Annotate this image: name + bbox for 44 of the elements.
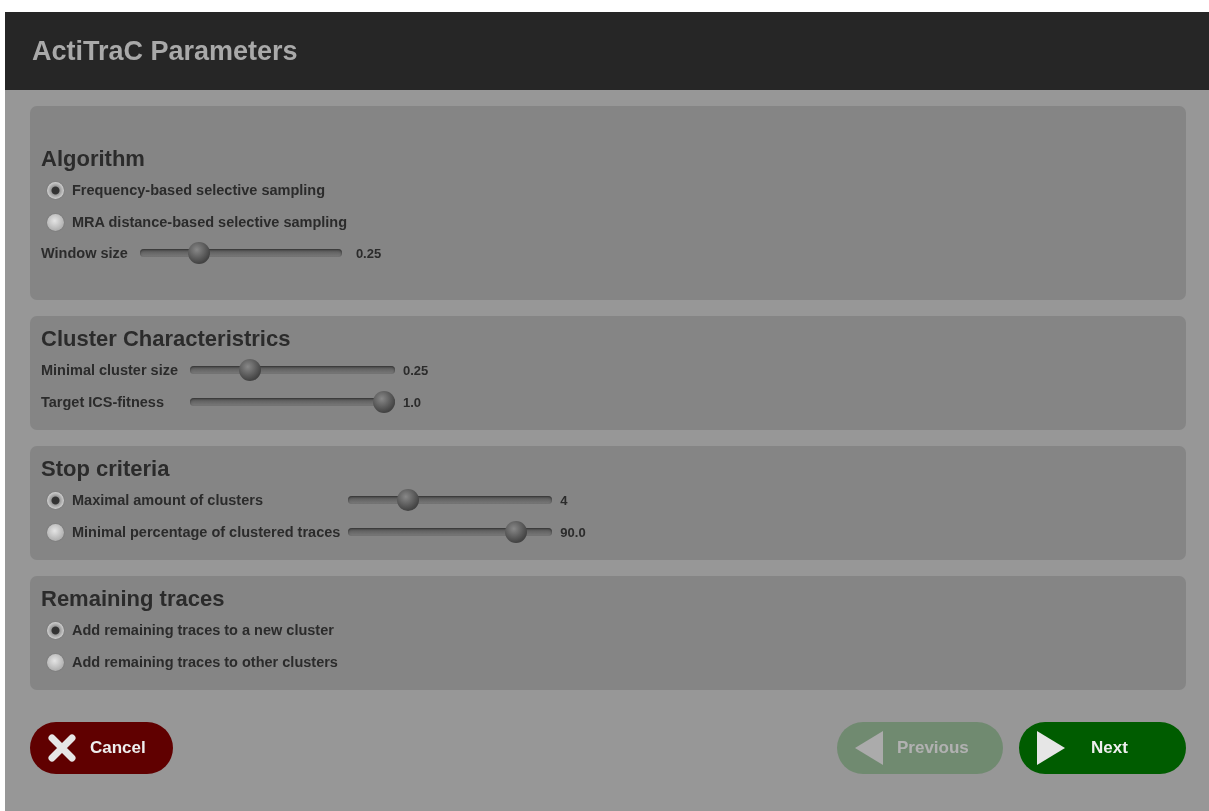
option-label[interactable]: MRA distance-based selective sampling [72,214,348,230]
slider[interactable] [348,521,553,543]
left-triangle-icon [855,731,883,765]
radio-button[interactable] [47,653,64,671]
section-title: Remaining traces [41,586,226,612]
window-title: ActiTraC Parameters [32,35,298,67]
slider-track[interactable] [139,249,342,257]
section-title: Cluster Characteristrics [41,326,292,352]
radio-button[interactable] [47,181,64,199]
slider[interactable] [139,242,342,264]
radio-button[interactable] [47,491,64,509]
cancel-button[interactable]: Cancel [30,722,173,774]
slider-value: 1.0 [403,394,423,410]
section-title: Stop criteria [41,456,171,482]
slider[interactable] [190,359,395,381]
next-button[interactable]: Next [1019,722,1186,774]
slider-thumb[interactable] [188,242,211,264]
option-label[interactable]: Add remaining traces to other clusters [72,654,338,670]
slider-value: 90.0 [560,524,586,540]
slider-thumb[interactable] [397,489,420,511]
option-label[interactable]: Frequency-based selective sampling [72,182,326,198]
slider-thumb[interactable] [504,521,527,543]
option-label[interactable]: Maximal amount of clusters [72,492,263,508]
section-title: Algorithm [41,146,146,172]
slider-track[interactable] [190,366,395,374]
slider-track[interactable] [348,528,553,536]
option-label[interactable]: Minimal percentage of clustered traces [72,524,341,540]
slider-label: Target ICS-fitness [41,393,165,412]
slider-label: Minimal cluster size [41,361,179,380]
slider-thumb[interactable] [373,391,395,413]
slider-value: 0.25 [403,362,429,378]
radio-button[interactable] [47,621,64,639]
slider-value: 4 [560,492,569,508]
right-triangle-icon [1037,731,1065,765]
close-icon [48,734,76,762]
slider[interactable] [190,391,395,413]
radio-button[interactable] [47,213,64,231]
slider[interactable] [348,489,553,511]
slider-value: 0.25 [355,245,382,261]
slider-thumb[interactable] [239,359,262,381]
slider-track[interactable] [348,496,553,504]
radio-button[interactable] [47,523,64,541]
option-label[interactable]: Add remaining traces to a new cluster [72,622,334,638]
slider-label: Window size [41,245,129,261]
